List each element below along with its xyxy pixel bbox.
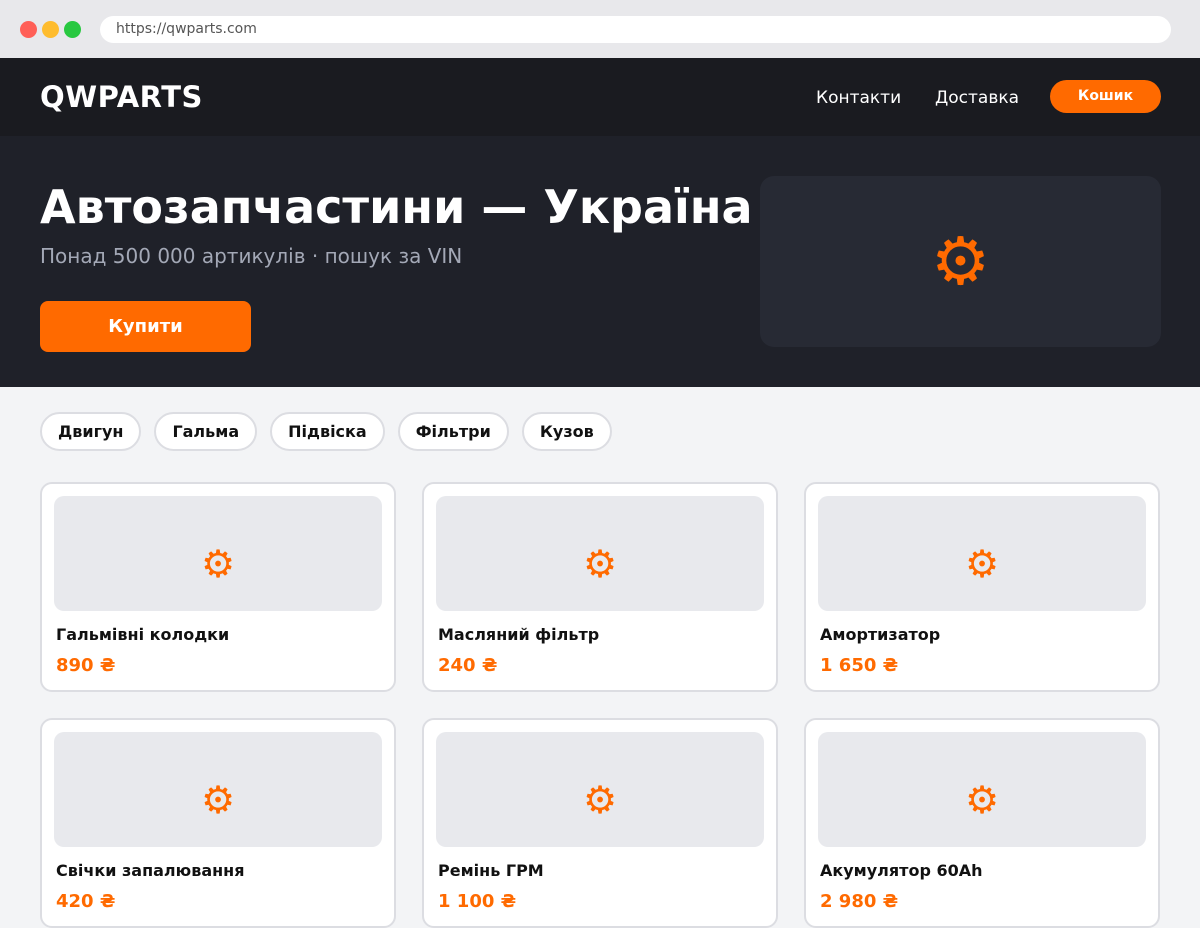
product-card[interactable]: ⚙ Свічки запалювання 420 ₴ [40,718,396,928]
product-name[interactable]: Гальмівні колодки [56,625,229,644]
address-bar[interactable]: https://qwparts.com [100,16,1171,43]
hero-title: Автозапчастини — Україна [40,180,753,234]
category-chip-body[interactable]: Кузов [521,412,612,451]
product-price: 890 ₴ [56,655,116,676]
category-chip-brakes[interactable]: Гальма [154,412,258,451]
product-name[interactable]: Ремінь ГРМ [438,861,544,880]
category-chip-filters[interactable]: Фільтри [397,412,509,451]
product-card[interactable]: ⚙ Масляний фільтр 240 ₴ [422,482,778,692]
buy-button[interactable]: Купити [40,301,251,352]
hero-subtitle: Понад 500 000 артикулів · пошук за VIN [40,244,463,268]
cart-button[interactable]: Кошик [1050,80,1161,113]
product-card[interactable]: ⚙ Гальмівні колодки 890 ₴ [40,482,396,692]
product-grid: ⚙ Гальмівні колодки 890 ₴ ⚙ Масляний філ… [40,482,1161,928]
product-image: ⚙ [818,496,1146,611]
gear-icon: ⚙ [200,541,236,586]
product-name[interactable]: Свічки запалювання [56,861,245,880]
hero-banner: Автозапчастини — Україна Понад 500 000 а… [0,136,1200,387]
product-price: 240 ₴ [438,655,498,676]
site-logo[interactable]: QWPARTS [40,80,203,114]
hero-image: ⚙ [760,176,1161,347]
product-name[interactable]: Акумулятор 60Ah [820,861,983,880]
product-name[interactable]: Масляний фільтр [438,625,599,644]
minimize-window-button[interactable] [42,21,59,38]
nav-link-delivery[interactable]: Доставка [935,88,1019,108]
product-price: 1 100 ₴ [438,891,517,912]
maximize-window-button[interactable] [64,21,81,38]
gear-icon: ⚙ [582,777,618,822]
product-image: ⚙ [436,732,764,847]
browser-chrome: https://qwparts.com [0,0,1200,58]
gear-icon: ⚙ [930,222,991,300]
product-card[interactable]: ⚙ Акумулятор 60Ah 2 980 ₴ [804,718,1160,928]
close-window-button[interactable] [20,21,37,38]
category-chips: Двигун Гальма Підвіска Фільтри Кузов [40,412,612,451]
gear-icon: ⚙ [964,777,1000,822]
product-price: 2 980 ₴ [820,891,899,912]
product-name[interactable]: Амортизатор [820,625,940,644]
product-card[interactable]: ⚙ Амортизатор 1 650 ₴ [804,482,1160,692]
product-card[interactable]: ⚙ Ремінь ГРМ 1 100 ₴ [422,718,778,928]
product-price: 1 650 ₴ [820,655,899,676]
gear-icon: ⚙ [200,777,236,822]
product-image: ⚙ [54,496,382,611]
product-image: ⚙ [54,732,382,847]
category-chip-suspension[interactable]: Підвіска [270,412,385,451]
category-chip-engine[interactable]: Двигун [40,412,142,451]
gear-icon: ⚙ [582,541,618,586]
product-image: ⚙ [436,496,764,611]
product-image: ⚙ [818,732,1146,847]
nav-link-contacts[interactable]: Контакти [816,88,901,108]
site-header: QWPARTS Контакти Доставка Кошик [0,58,1200,136]
product-price: 420 ₴ [56,891,116,912]
gear-icon: ⚙ [964,541,1000,586]
